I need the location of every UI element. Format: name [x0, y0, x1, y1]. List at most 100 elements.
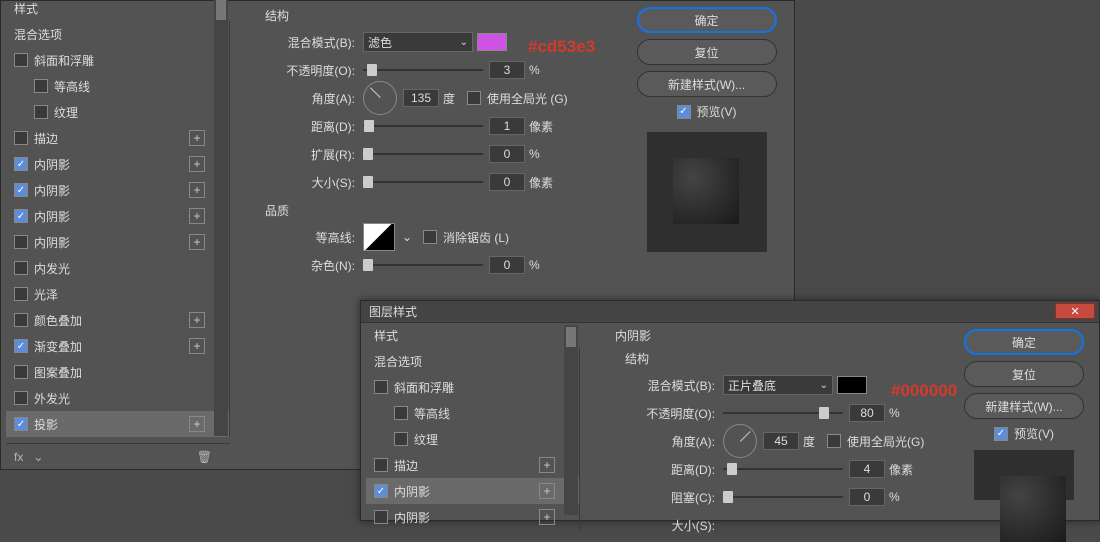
add-effect-button[interactable] [189, 416, 205, 432]
color-swatch[interactable] [837, 376, 867, 394]
ok-button[interactable]: 确定 [637, 7, 777, 33]
style-item[interactable]: 光泽 [6, 281, 229, 307]
styles-scrollbar[interactable] [214, 0, 228, 436]
style-item[interactable]: 颜色叠加 [6, 307, 229, 333]
choke-slider[interactable] [723, 490, 843, 504]
style-checkbox[interactable] [14, 313, 28, 327]
close-button[interactable]: ✕ [1055, 303, 1095, 319]
global-light-checkbox[interactable] [467, 91, 481, 105]
color-swatch[interactable] [477, 33, 507, 51]
global-light-checkbox[interactable] [827, 434, 841, 448]
cancel-button[interactable]: 复位 [637, 39, 777, 65]
add-effect-button[interactable] [189, 182, 205, 198]
add-effect-button[interactable] [189, 312, 205, 328]
noise-slider[interactable] [363, 258, 483, 272]
add-effect-button[interactable] [539, 457, 555, 473]
size-input[interactable]: 0 [489, 173, 525, 191]
new-style-button[interactable]: 新建样式(W)... [637, 71, 777, 97]
noise-input[interactable]: 0 [489, 256, 525, 274]
style-checkbox[interactable] [14, 53, 28, 67]
style-item[interactable]: 图案叠加 [6, 359, 229, 385]
style-item[interactable]: 混合选项 [6, 21, 229, 47]
trash-icon[interactable]: 🗑 [197, 450, 212, 464]
preview-checkbox[interactable] [994, 427, 1008, 441]
styles-scrollbar[interactable] [564, 325, 578, 515]
antialias-checkbox[interactable] [423, 230, 437, 244]
style-checkbox[interactable] [14, 365, 28, 379]
add-effect-button[interactable] [189, 338, 205, 354]
style-checkbox[interactable] [14, 417, 28, 431]
add-effect-button[interactable] [539, 509, 555, 525]
add-effect-button[interactable] [189, 130, 205, 146]
style-item[interactable]: 内阴影 [366, 504, 579, 530]
style-checkbox[interactable] [14, 339, 28, 353]
spread-input[interactable]: 0 [489, 145, 525, 163]
choke-input[interactable]: 0 [849, 488, 885, 506]
contour-chevron-icon[interactable]: ⌄ [401, 230, 413, 244]
style-checkbox[interactable] [14, 131, 28, 145]
style-checkbox[interactable] [14, 183, 28, 197]
spread-slider[interactable] [363, 147, 483, 161]
style-checkbox[interactable] [394, 432, 408, 446]
distance-input[interactable]: 1 [489, 117, 525, 135]
distance-slider[interactable] [723, 462, 843, 476]
style-checkbox[interactable] [14, 235, 28, 249]
size-slider[interactable] [363, 175, 483, 189]
style-item[interactable]: 等高线 [366, 400, 579, 426]
style-checkbox[interactable] [374, 458, 388, 472]
angle-dial[interactable] [723, 424, 757, 458]
style-checkbox[interactable] [374, 380, 388, 394]
titlebar[interactable]: 图层样式 ✕ [361, 301, 1099, 323]
fx-label[interactable]: fx [14, 450, 23, 464]
style-item[interactable]: 纹理 [366, 426, 579, 452]
cancel-button[interactable]: 复位 [964, 361, 1084, 387]
style-item[interactable]: 斜面和浮雕 [6, 47, 229, 73]
angle-input[interactable]: 135 [403, 89, 439, 107]
fx-chevron-icon[interactable]: ⌄ [33, 450, 43, 464]
opacity-input[interactable]: 80 [849, 404, 885, 422]
add-effect-button[interactable] [189, 234, 205, 250]
contour-picker[interactable] [363, 223, 395, 251]
style-checkbox[interactable] [34, 79, 48, 93]
opacity-slider[interactable] [723, 406, 843, 420]
style-checkbox[interactable] [14, 209, 28, 223]
angle-dial[interactable] [363, 81, 397, 115]
angle-input[interactable]: 45 [763, 432, 799, 450]
style-item[interactable]: 投影 [6, 411, 229, 437]
blend-mode-select[interactable]: 滤色 [363, 32, 473, 52]
ok-button[interactable]: 确定 [964, 329, 1084, 355]
opacity-input[interactable]: 3 [489, 61, 525, 79]
noise-label: 杂色(N): [275, 257, 355, 274]
style-item[interactable]: 斜面和浮雕 [366, 374, 579, 400]
style-checkbox[interactable] [14, 157, 28, 171]
style-item[interactable]: 混合选项 [366, 348, 579, 374]
style-checkbox[interactable] [394, 406, 408, 420]
style-checkbox[interactable] [34, 105, 48, 119]
new-style-button[interactable]: 新建样式(W)... [964, 393, 1084, 419]
opacity-slider[interactable] [363, 63, 483, 77]
preview-checkbox[interactable] [677, 105, 691, 119]
add-effect-button[interactable] [189, 156, 205, 172]
add-effect-button[interactable] [539, 483, 555, 499]
style-item[interactable]: 描边 [6, 125, 229, 151]
style-item[interactable]: 描边 [366, 452, 579, 478]
style-checkbox[interactable] [374, 484, 388, 498]
style-checkbox[interactable] [14, 391, 28, 405]
style-item[interactable]: 内阴影 [6, 229, 229, 255]
style-checkbox[interactable] [14, 287, 28, 301]
style-item[interactable]: 内发光 [6, 255, 229, 281]
style-item[interactable]: 外发光 [6, 385, 229, 411]
style-item[interactable]: 等高线 [6, 73, 229, 99]
style-item[interactable]: 内阴影 [6, 151, 229, 177]
style-checkbox[interactable] [14, 261, 28, 275]
style-item[interactable]: 内阴影 [6, 177, 229, 203]
style-item[interactable]: 内阴影 [366, 478, 579, 504]
add-effect-button[interactable] [189, 208, 205, 224]
style-item[interactable]: 渐变叠加 [6, 333, 229, 359]
distance-input[interactable]: 4 [849, 460, 885, 478]
distance-slider[interactable] [363, 119, 483, 133]
style-item[interactable]: 内阴影 [6, 203, 229, 229]
style-checkbox[interactable] [374, 510, 388, 524]
style-item[interactable]: 纹理 [6, 99, 229, 125]
blend-mode-select[interactable]: 正片叠底 [723, 375, 833, 395]
